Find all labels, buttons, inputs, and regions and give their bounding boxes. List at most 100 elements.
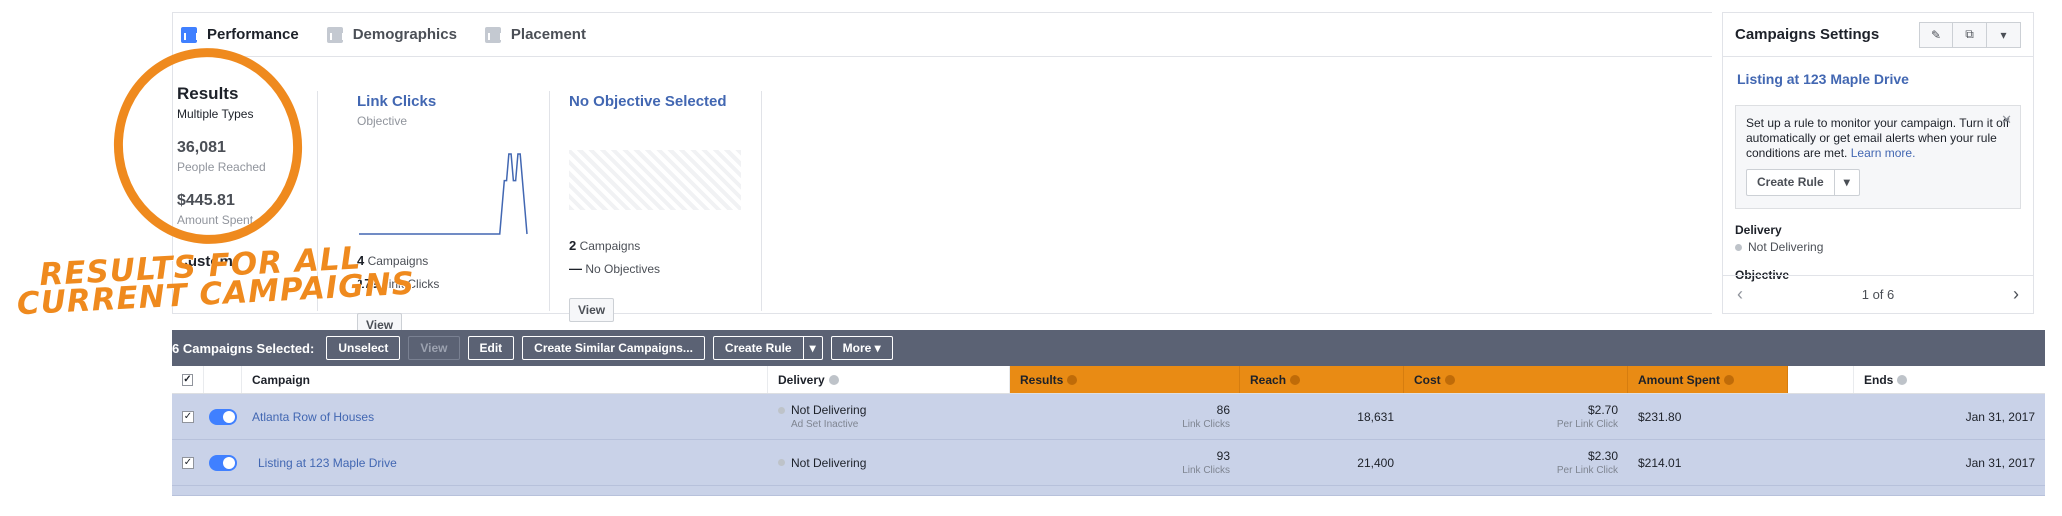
unselect-button[interactable]: Unselect [326, 336, 401, 360]
row-toggle-cell [204, 394, 242, 439]
tab-label: Demographics [352, 26, 457, 43]
sparkline-series [359, 153, 528, 235]
tab-demographics[interactable]: Demographics [326, 26, 457, 43]
create-rule-split: Create Rule ▾ [712, 336, 823, 360]
delivery-cell: Not Delivering Ad Set Inactive [768, 394, 1010, 439]
status-dot-icon [778, 459, 785, 466]
col-cost[interactable]: Cost [1404, 366, 1628, 393]
settings-actions: ✎ ⧉ ▾ [1919, 21, 2021, 48]
selected-campaign-link[interactable]: Listing at 123 Maple Drive [1737, 71, 2033, 87]
view-button[interactable]: View [569, 298, 615, 322]
blank-cell [1788, 440, 1854, 485]
col-amount-spent[interactable]: Amount Spent [1628, 366, 1788, 393]
tab-performance[interactable]: Performance [181, 26, 299, 43]
tab-label: Performance [207, 26, 299, 43]
chevron-right-icon[interactable]: › [2013, 284, 2019, 305]
col-delivery[interactable]: Delivery [768, 366, 1010, 393]
ends-cell: Jan 31, 2017 [1965, 455, 2035, 470]
objective-title[interactable]: Link Clicks [357, 93, 537, 110]
placement-icon [484, 26, 502, 43]
tab-label: Placement [510, 26, 586, 43]
view-button[interactable]: View [408, 336, 460, 360]
people-icon [326, 26, 344, 43]
objective-title[interactable]: No Objective Selected [569, 93, 749, 110]
row-toggle-cell [204, 440, 242, 485]
objective-none: No Objective Selected 2 Campaigns — No O… [569, 93, 749, 322]
campaigns-stat: 2 Campaigns [569, 238, 641, 253]
table-row[interactable] [172, 486, 2045, 496]
row-checkbox[interactable]: ✓ [182, 410, 194, 423]
chevron-down-icon[interactable]: ▾ [803, 336, 823, 360]
selection-count: 6 Campaigns Selected: [172, 340, 315, 356]
campaign-cell: Listing at 123 Maple Drive [242, 440, 768, 485]
campaign-toggle[interactable] [209, 454, 237, 471]
info-icon [828, 374, 839, 385]
delivery-status: Not Delivering [1735, 240, 2033, 254]
close-icon[interactable]: ✕ [2001, 112, 2012, 127]
results-cell: 93 Link Clicks [1182, 449, 1230, 476]
row-select: ✓ [172, 440, 204, 485]
info-icon [1444, 374, 1455, 385]
campaign-settings-panel: Campaigns Settings ✎ ⧉ ▾ Listing at 123 … [1722, 12, 2034, 314]
col-ends[interactable]: Ends [1854, 366, 2045, 393]
status-dot-icon [1735, 243, 1742, 251]
divider [761, 91, 762, 311]
amount-spent-cell: $214.01 [1638, 455, 1682, 470]
bar-chart-icon [181, 26, 198, 43]
create-rule-label: Create Rule [1757, 175, 1824, 189]
table-row[interactable]: ✓ Atlanta Row of Houses Not Delivering A… [172, 394, 2045, 440]
metric-stat: — No Objectives [569, 261, 661, 276]
chevron-down-icon[interactable]: ▾ [1987, 21, 2021, 48]
reach-cell: 18,631 [1357, 409, 1394, 424]
select-all-cell: ✓ [172, 366, 204, 393]
objective-subtitle: Objective [357, 114, 408, 128]
campaign-link[interactable]: Atlanta Row of Houses [252, 410, 758, 424]
row-checkbox[interactable]: ✓ [182, 456, 194, 469]
info-icon [1067, 374, 1078, 385]
delivery-label: Delivery [1735, 223, 1782, 237]
delivery-status: Not Delivering [791, 403, 867, 417]
tab-placement[interactable]: Placement [484, 26, 586, 43]
rule-callout: ✕ Set up a rule to monitor your campaign… [1735, 105, 2021, 209]
col-blank [1788, 366, 1854, 393]
divider [549, 91, 550, 311]
cost-cell: $2.30 Per Link Click [1556, 449, 1618, 476]
pager-text: 1 of 6 [1861, 287, 1895, 302]
col-campaign[interactable]: Campaign [242, 366, 768, 393]
status-dot-icon [778, 406, 785, 414]
amount-spent-cell: $231.80 [1638, 409, 1682, 424]
edit-pencil-icon[interactable]: ✎ [1919, 21, 1953, 48]
learn-more-link[interactable]: Learn more. [1851, 146, 1916, 160]
duplicate-icon[interactable]: ⧉ [1953, 21, 1987, 48]
campaign-toggle[interactable] [209, 408, 237, 425]
settings-pager: ‹ 1 of 6 › [1723, 275, 2033, 313]
create-similar-button[interactable]: Create Similar Campaigns... [522, 336, 705, 360]
campaign-link[interactable]: Listing at 123 Maple Drive [258, 456, 758, 470]
campaign-cell: Atlanta Row of Houses [242, 394, 768, 439]
campaigns-table: ✓ Campaign Delivery Results Reach Cost A… [172, 366, 2045, 496]
info-icon [1897, 374, 1908, 385]
empty-chart-placeholder [569, 150, 741, 210]
toggle-header [204, 366, 242, 393]
table-header: ✓ Campaign Delivery Results Reach Cost A… [172, 366, 2045, 394]
delivery-cell: Not Delivering [768, 440, 1010, 485]
create-rule-button[interactable]: Create Rule ▾ [1746, 169, 1860, 196]
chevron-down-icon[interactable]: ▾ [1833, 170, 1859, 195]
delivery-status: Not Delivering [791, 455, 867, 470]
info-icon [1290, 374, 1301, 385]
create-rule-button[interactable]: Create Rule [712, 336, 804, 360]
info-icon [1724, 374, 1734, 385]
delivery-sub: Ad Set Inactive [791, 419, 859, 430]
selection-toolbar: 6 Campaigns Selected: Unselect View Edit… [172, 330, 2045, 366]
row-select: ✓ [172, 394, 204, 439]
edit-button[interactable]: Edit [467, 336, 515, 360]
col-results[interactable]: Results [1010, 366, 1240, 393]
insights-tabs: Performance Demographics Placement [173, 13, 1712, 57]
chevron-left-icon[interactable]: ‹ [1737, 284, 1743, 305]
select-all-checkbox[interactable]: ✓ [182, 373, 193, 386]
col-reach[interactable]: Reach [1240, 366, 1404, 393]
cost-cell: $2.70 Per Link Click [1556, 403, 1618, 430]
table-row[interactable]: ✓ Listing at 123 Maple Drive Not Deliver… [172, 440, 2045, 486]
more-button[interactable]: More ▾ [830, 336, 893, 360]
reach-cell: 21,400 [1357, 455, 1394, 470]
